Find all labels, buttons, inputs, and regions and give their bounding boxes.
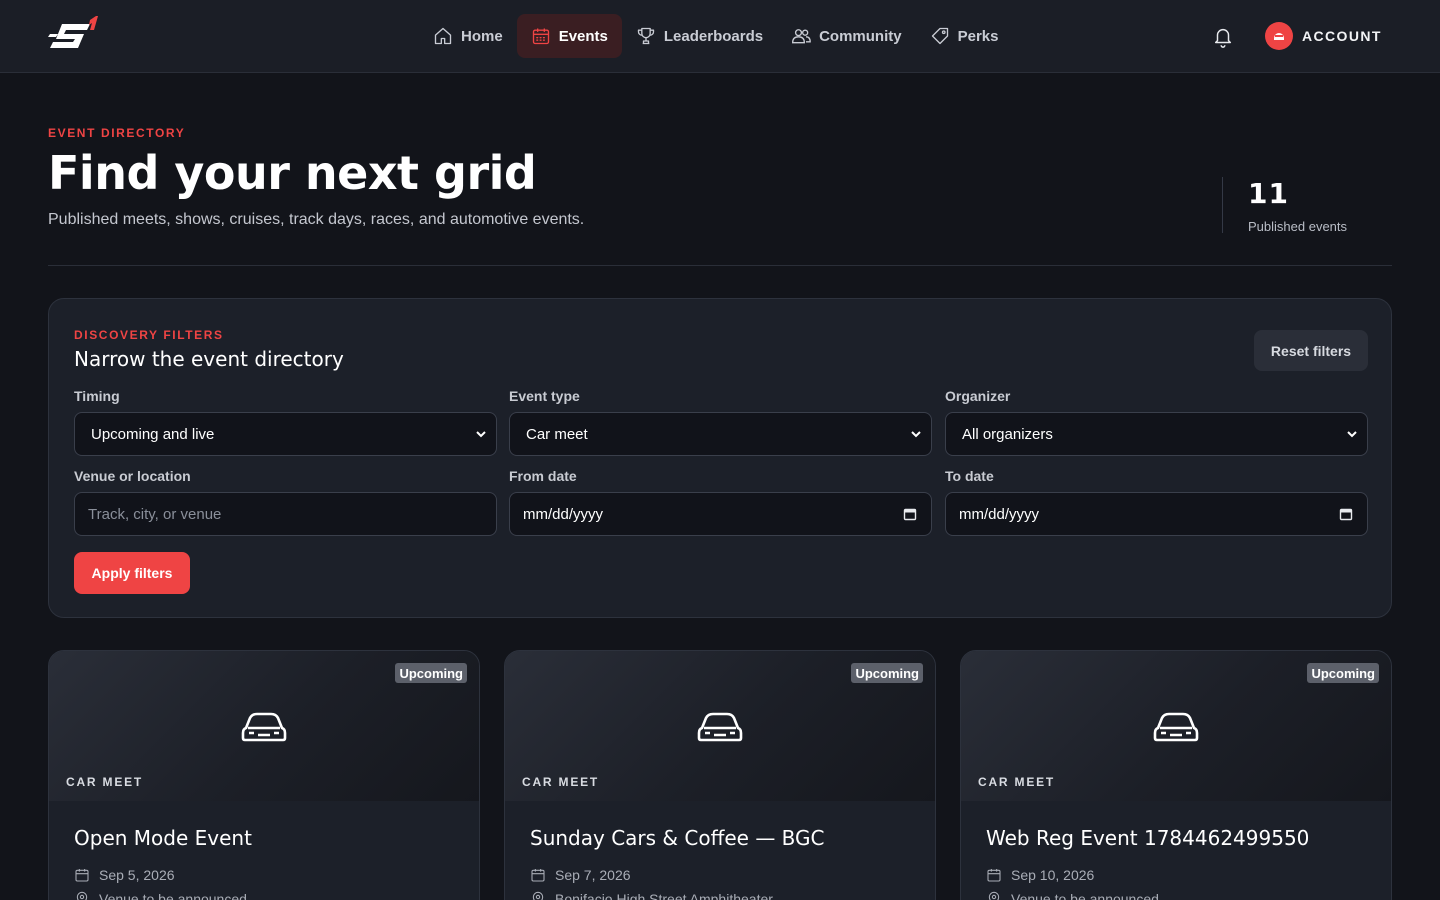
event-banner: Upcoming CAR MEET: [49, 651, 479, 801]
event-venue-text: Venue to be announced: [1011, 891, 1159, 900]
event-type-value: Car meet: [526, 425, 588, 443]
account-menu[interactable]: ACCOUNT: [1265, 22, 1382, 50]
event-date-text: Sep 7, 2026: [555, 867, 631, 883]
from-date-label: From date: [509, 468, 577, 484]
nav-home-label: Home: [461, 27, 503, 45]
to-date-value: mm/dd/yyyy: [959, 505, 1040, 523]
event-card[interactable]: Upcoming CAR MEET Open Mode Event Sep 5,…: [48, 650, 480, 900]
event-date: Sep 10, 2026: [986, 867, 1094, 883]
event-date: Sep 7, 2026: [530, 867, 631, 883]
organizer-select[interactable]: All organizers: [945, 412, 1368, 456]
page-subtitle: Published meets, shows, cruises, track d…: [48, 211, 585, 228]
event-card[interactable]: Upcoming CAR MEET Web Reg Event 17844624…: [960, 650, 1392, 900]
car-icon: [241, 712, 287, 742]
event-title[interactable]: Open Mode Event: [74, 826, 252, 850]
home-icon: [434, 27, 452, 45]
event-card[interactable]: Upcoming CAR MEET Sunday Cars & Coffee —…: [504, 650, 936, 900]
status-badge: Upcoming: [395, 663, 467, 683]
car-icon: [1153, 712, 1199, 742]
chevron-down-icon: [1347, 431, 1357, 438]
from-date-input[interactable]: mm/dd/yyyy: [509, 492, 932, 536]
calendar-icon: [987, 869, 1001, 882]
event-venue: Venue to be announced: [986, 891, 1159, 900]
timing-label: Timing: [74, 388, 120, 404]
nav-community[interactable]: Community: [777, 14, 916, 58]
calendar-icon: [75, 869, 89, 882]
nav-home[interactable]: Home: [419, 14, 517, 58]
notifications-bell-icon[interactable]: [1212, 25, 1234, 49]
status-badge: Upcoming: [1307, 663, 1379, 683]
calendar-picker-icon[interactable]: [903, 507, 917, 521]
organizer-value: All organizers: [962, 425, 1053, 443]
apply-filters-button[interactable]: Apply filters: [74, 552, 190, 594]
nav-community-label: Community: [819, 27, 902, 45]
location-pin-icon: [532, 891, 544, 900]
event-date-text: Sep 10, 2026: [1011, 867, 1095, 883]
nav-leaderboards[interactable]: Leaderboards: [622, 14, 777, 58]
status-badge: Upcoming: [851, 663, 923, 683]
divider: [48, 265, 1392, 266]
event-type: CAR MEET: [978, 775, 1056, 789]
section-eyebrow: EVENT DIRECTORY: [48, 126, 186, 140]
top-navigation-bar: Home Events Leaderboards Community Perks…: [0, 0, 1440, 73]
event-banner: Upcoming CAR MEET: [961, 651, 1391, 801]
location-pin-icon: [988, 891, 1000, 900]
nav-events[interactable]: Events: [516, 14, 622, 58]
event-venue-text: Bonifacio High Street Amphitheater: [555, 891, 773, 900]
event-venue: Bonifacio High Street Amphitheater: [530, 891, 773, 900]
organizer-label: Organizer: [945, 388, 1011, 404]
event-type-label: Event type: [509, 388, 580, 404]
nav-perks[interactable]: Perks: [916, 14, 1013, 58]
to-date-input[interactable]: mm/dd/yyyy: [945, 492, 1368, 536]
trophy-icon: [637, 27, 655, 45]
published-events-stat: 11 Published events: [1222, 177, 1348, 234]
nav-events-label: Events: [558, 27, 608, 45]
nav-perks-label: Perks: [957, 27, 999, 45]
event-type-select[interactable]: Car meet: [509, 412, 932, 456]
calendar-icon: [531, 869, 545, 882]
timing-select[interactable]: Upcoming and live: [74, 412, 497, 456]
avatar: [1265, 22, 1293, 50]
event-banner: Upcoming CAR MEET: [505, 651, 935, 801]
discovery-filters-panel: DISCOVERY FILTERS Narrow the event direc…: [48, 298, 1392, 618]
chevron-down-icon: [476, 431, 486, 438]
from-date-value: mm/dd/yyyy: [523, 505, 604, 523]
timing-value: Upcoming and live: [91, 425, 215, 443]
brand-logo[interactable]: [48, 16, 100, 56]
location-pin-icon: [76, 891, 88, 900]
event-venue-text: Venue to be announced: [99, 891, 247, 900]
to-date-label: To date: [945, 468, 994, 484]
event-title[interactable]: Web Reg Event 1784462499550: [986, 826, 1309, 850]
page-title: Find your next grid: [48, 146, 537, 200]
event-date: Sep 5, 2026: [74, 867, 175, 883]
filters-heading: Narrow the event directory: [74, 347, 344, 371]
nav-leaderboards-label: Leaderboards: [663, 27, 764, 45]
account-label: ACCOUNT: [1302, 28, 1382, 44]
stat-label: Published events: [1248, 219, 1348, 234]
venue-placeholder: Track, city, or venue: [88, 505, 222, 523]
event-type: CAR MEET: [66, 775, 144, 789]
tag-icon: [931, 27, 948, 45]
event-type: CAR MEET: [522, 775, 600, 789]
main-nav: Home Events Leaderboards Community Perks: [419, 14, 1012, 58]
car-icon: [697, 712, 743, 742]
venue-input[interactable]: Track, city, or venue: [74, 492, 497, 536]
event-venue: Venue to be announced: [74, 891, 247, 900]
chevron-down-icon: [911, 431, 921, 438]
venue-label: Venue or location: [74, 468, 191, 484]
helmet-icon: [1274, 33, 1284, 40]
stat-value: 11: [1248, 177, 1289, 210]
event-date-text: Sep 5, 2026: [99, 867, 175, 883]
filters-kicker: DISCOVERY FILTERS: [74, 328, 224, 342]
reset-filters-button[interactable]: Reset filters: [1254, 330, 1368, 371]
calendar-icon: [532, 28, 549, 45]
users-icon: [792, 29, 811, 44]
event-title[interactable]: Sunday Cars & Coffee — BGC: [530, 826, 825, 850]
calendar-picker-icon[interactable]: [1339, 507, 1353, 521]
